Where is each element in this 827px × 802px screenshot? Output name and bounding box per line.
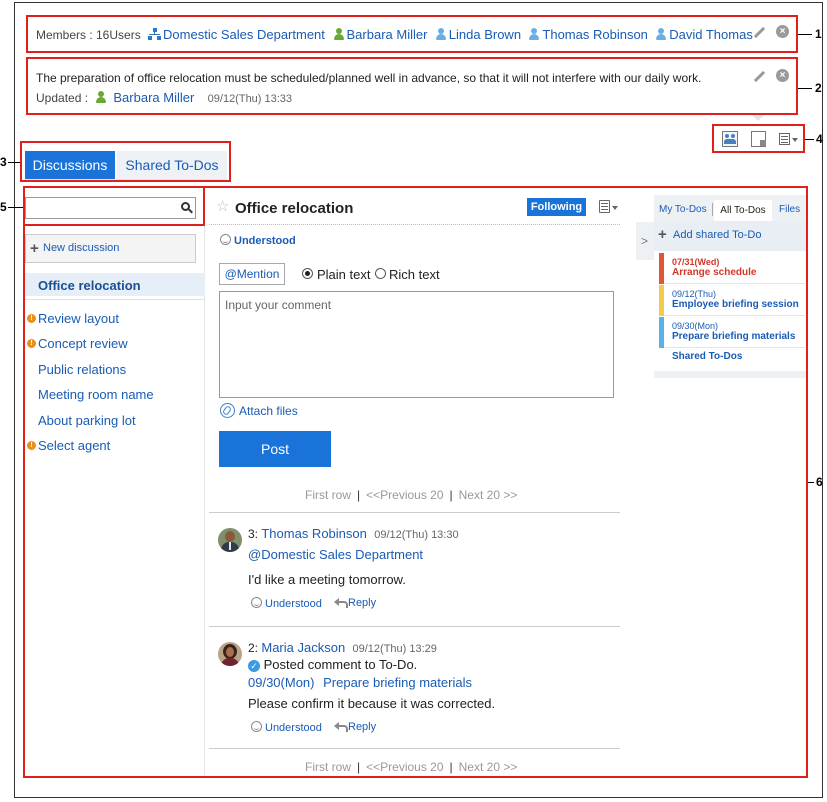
callout-1: 1 [815, 27, 822, 41]
callout-box-4 [712, 124, 805, 153]
callout-6: 6 [816, 475, 823, 489]
callout-tick [808, 482, 814, 483]
callout-tick [798, 88, 812, 89]
callout-5: 5 [0, 200, 7, 214]
callout-3: 3 [0, 155, 7, 169]
callout-box-3 [20, 141, 231, 182]
callout-4: 4 [816, 132, 823, 146]
callout-box-2 [26, 57, 798, 115]
callout-box-6 [23, 186, 808, 778]
callout-2: 2 [815, 81, 822, 95]
callout-tick [798, 34, 812, 35]
callout-tick [805, 139, 814, 140]
pointer-arrow [751, 114, 765, 121]
callout-box-1 [26, 15, 798, 53]
callout-tick [8, 207, 23, 208]
callout-tick [8, 162, 20, 163]
